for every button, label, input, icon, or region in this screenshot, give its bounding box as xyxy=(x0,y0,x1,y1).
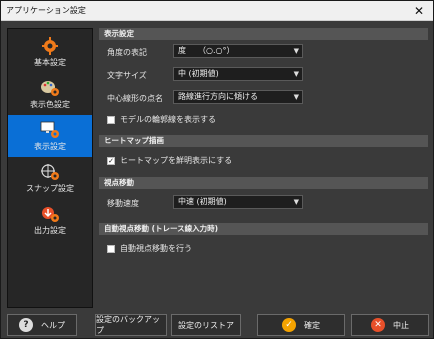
settings-sidebar: 基本設定 表示色設定 表示設定 スナップ設定 出力設定 xyxy=(7,28,93,308)
ok-button[interactable]: ✓ 確定 xyxy=(257,314,345,336)
section-header-heatmap: ヒートマップ描画 xyxy=(99,135,428,147)
window-title: アプリケーション設定 xyxy=(6,6,86,15)
angle-select[interactable]: 度 （○.○°） ▼ xyxy=(173,44,303,58)
sidebar-item-display[interactable]: 表示設定 xyxy=(8,115,92,157)
help-button-label: ヘルプ xyxy=(41,320,65,330)
angle-select-value: 度 （○.○°） xyxy=(178,46,235,55)
cancel-button[interactable]: ✕ 中止 xyxy=(351,314,429,336)
checkbox-box[interactable] xyxy=(107,115,115,124)
sidebar-item-label: 表示色設定 xyxy=(30,99,70,109)
section-header-viewpoint: 視点移動 xyxy=(99,177,428,189)
cancel-icon: ✕ xyxy=(371,318,385,332)
heatmap-vivid-checkbox[interactable]: ✓ ヒートマップを鮮明表示にする xyxy=(107,155,232,166)
settings-panel: 表示設定 角度の表記 度 （○.○°） ▼ 文字サイズ 中 (初期値) ▼ 中心… xyxy=(99,28,428,308)
sidebar-item-basic[interactable]: 基本設定 xyxy=(8,31,92,73)
move-speed-select-value: 中速 (初期値) xyxy=(178,197,227,206)
move-speed-select[interactable]: 中速 (初期値) ▼ xyxy=(173,195,303,209)
sidebar-item-label: スナップ設定 xyxy=(26,183,74,193)
sidebar-item-label: 基本設定 xyxy=(34,57,66,67)
center-point-label: 中心線形の点名 xyxy=(107,94,163,103)
sidebar-item-label: 出力設定 xyxy=(34,225,66,235)
section-header-display: 表示設定 xyxy=(99,28,428,40)
checkmark-icon: ✓ xyxy=(282,318,296,332)
output-gear-icon xyxy=(42,206,59,222)
monitor-gear-icon xyxy=(40,121,59,138)
text-size-select[interactable]: 中 (初期値) ▼ xyxy=(173,67,303,81)
sidebar-item-output[interactable]: 出力設定 xyxy=(8,199,92,241)
palette-gear-icon xyxy=(41,80,59,96)
restore-button-label: 設定のリストア xyxy=(178,320,234,330)
backup-button-label: 設定のバックアップ xyxy=(96,315,160,335)
restore-button[interactable]: 設定のリストア xyxy=(171,314,241,336)
close-icon[interactable]: ✕ xyxy=(411,3,427,19)
sidebar-item-display-color[interactable]: 表示色設定 xyxy=(8,73,92,115)
chevron-down-icon: ▼ xyxy=(293,70,299,78)
ok-button-label: 確定 xyxy=(304,320,320,330)
center-point-select[interactable]: 路線進行方向に傾ける ▼ xyxy=(173,90,303,104)
settings-window: アプリケーション設定 ✕ 基本設定 表示色設定 表示設定 スナップ設定 出力設定… xyxy=(0,0,434,339)
title-bar: アプリケーション設定 ✕ xyxy=(1,1,433,21)
chevron-down-icon: ▼ xyxy=(293,198,299,206)
move-speed-label: 移動速度 xyxy=(107,199,139,208)
cancel-button-label: 中止 xyxy=(393,320,409,330)
angle-label: 角度の表記 xyxy=(107,48,147,57)
sidebar-item-snap[interactable]: スナップ設定 xyxy=(8,157,92,199)
help-button[interactable]: ? ヘルプ xyxy=(7,314,77,336)
snap-gear-icon xyxy=(41,163,59,180)
text-size-label: 文字サイズ xyxy=(107,71,147,80)
dialog-footer: ? ヘルプ 設定のバックアップ 設定のリストア ✓ 確定 ✕ 中止 xyxy=(1,314,433,338)
auto-viewpoint-label: 自動視点移動を行う xyxy=(120,244,192,253)
backup-button[interactable]: 設定のバックアップ xyxy=(95,314,167,336)
checkbox-box-checked[interactable]: ✓ xyxy=(107,156,115,165)
center-point-select-value: 路線進行方向に傾ける xyxy=(178,92,258,101)
sidebar-item-label: 表示設定 xyxy=(34,141,66,151)
chevron-down-icon: ▼ xyxy=(293,47,299,55)
model-outline-checkbox[interactable]: モデルの輪郭線を表示する xyxy=(107,114,216,125)
help-icon: ? xyxy=(19,318,33,332)
model-outline-label: モデルの輪郭線を表示する xyxy=(120,115,216,124)
heatmap-vivid-label: ヒートマップを鮮明表示にする xyxy=(120,156,233,165)
gear-icon xyxy=(42,36,58,55)
text-size-select-value: 中 (初期値) xyxy=(178,69,219,78)
checkbox-box[interactable] xyxy=(107,244,115,253)
chevron-down-icon: ▼ xyxy=(293,93,299,101)
section-header-auto-viewpoint: 自動視点移動 (トレース線入力時) xyxy=(99,223,428,235)
auto-viewpoint-checkbox[interactable]: 自動視点移動を行う xyxy=(107,243,192,254)
